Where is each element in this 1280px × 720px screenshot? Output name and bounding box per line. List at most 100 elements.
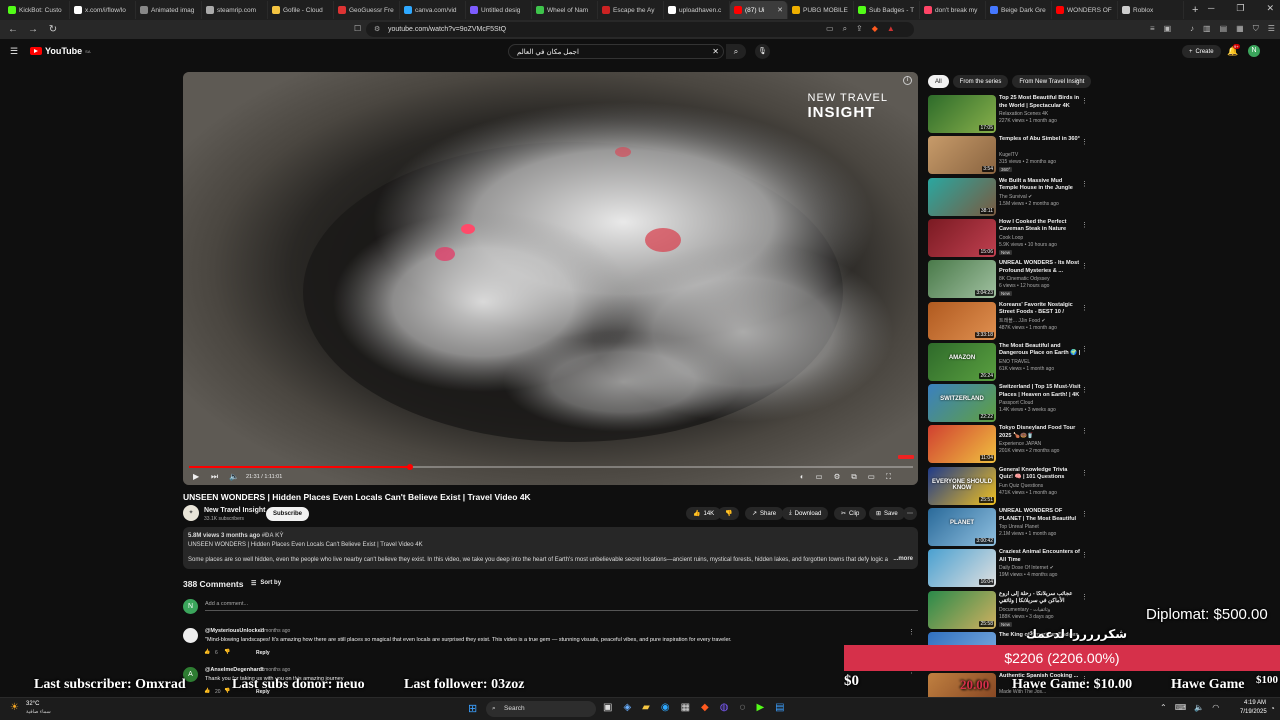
- recommended-video[interactable]: 3:54 Temples of Abu Simbel in 360° KugelTV…: [928, 136, 1088, 176]
- recommended-video[interactable]: 25:58 عجائب سريلانكا - رحلة إلى أروع الأم…: [928, 590, 1088, 631]
- more-options-icon[interactable]: ⋮: [1081, 551, 1088, 559]
- comment-author[interactable]: @MysteriousUnlocked: [205, 628, 264, 634]
- channel-avatar[interactable]: ✦: [183, 505, 199, 521]
- video-thumbnail[interactable]: 3:33:18: [928, 301, 996, 340]
- recommended-video[interactable]: EVERYONE SHOULD KNOW 25:51 General Knowled…: [928, 466, 1088, 507]
- video-thumbnail[interactable]: AMAZON 26:24: [928, 342, 996, 381]
- dislike-button[interactable]: 👎: [718, 507, 740, 520]
- video-thumbnail[interactable]: 16:04: [928, 549, 996, 588]
- start-icon[interactable]: ⊞: [468, 702, 477, 715]
- reader-icon[interactable]: ≡: [1150, 24, 1155, 33]
- save-button[interactable]: ⊞ Save: [869, 507, 905, 520]
- more-options-icon[interactable]: ⋮: [1081, 469, 1088, 477]
- description-box[interactable]: 5.8M views 3 months ago #ĐA KỲ UNSEEN WO…: [183, 527, 918, 569]
- github-icon[interactable]: ◌: [739, 702, 745, 713]
- video-thumbnail[interactable]: 25:58: [928, 590, 996, 629]
- more-options-icon[interactable]: ⋮: [1081, 345, 1088, 353]
- video-channel[interactable]: ENO TRAVEL: [999, 359, 1030, 366]
- sidebar-icon[interactable]: ▥: [1203, 24, 1211, 34]
- progress-bar[interactable]: [189, 464, 913, 470]
- video-channel[interactable]: Documentary - وثائقيات: [999, 607, 1050, 614]
- progress-scrubber[interactable]: [406, 464, 413, 470]
- video-channel[interactable]: Top Unreal Planet: [999, 524, 1039, 531]
- video-thumbnail[interactable]: 17:05: [928, 95, 996, 133]
- hamburger-menu-icon[interactable]: ☰: [10, 46, 18, 57]
- recommended-video[interactable]: 11:04 Tokyo Disneyland Food Tour 2025 🍗🍩🥤…: [928, 425, 1088, 465]
- create-button[interactable]: + Create: [1182, 45, 1221, 58]
- filter-chip[interactable]: From New Travel Insight: [1012, 75, 1092, 88]
- recommended-video[interactable]: 17:05 Top 25 Most Beautiful Birds in the …: [928, 95, 1088, 135]
- comment-reply-button[interactable]: Reply: [256, 650, 270, 656]
- store-icon[interactable]: ▦: [681, 702, 690, 713]
- video-channel[interactable]: Daily Dose Of Internet ✔: [999, 565, 1054, 572]
- video-thumbnail[interactable]: 38:11: [928, 177, 996, 216]
- video-channel[interactable]: KugelTV: [999, 152, 1018, 159]
- recommended-video[interactable]: PLANET 3:00:42 UNREAL WONDERS OF PLANET | …: [928, 508, 1088, 548]
- like-button[interactable]: 👍 14K: [686, 507, 722, 520]
- more-options-icon[interactable]: ⋮: [1081, 138, 1088, 146]
- video-thumbnail[interactable]: 3:04:23: [928, 260, 996, 299]
- youtube-logo[interactable]: YouTube SA: [30, 46, 91, 56]
- vpn-icon[interactable]: ⛉: [1253, 24, 1259, 34]
- video-player[interactable]: NEW TRAVEL INSIGHT i: [183, 72, 918, 485]
- discord-icon[interactable]: ◍: [720, 702, 729, 713]
- comment-like-icon[interactable]: 👍: [204, 649, 210, 655]
- minimize-icon[interactable]: ─: [1208, 3, 1214, 14]
- comment-author[interactable]: @AnselmeDegenhardt: [205, 667, 264, 673]
- browser-tab[interactable]: Beige Dark Gre: [986, 1, 1052, 19]
- file-explorer-icon[interactable]: ▰: [642, 702, 650, 713]
- video-channel[interactable]: The Survival ✔: [999, 194, 1032, 201]
- comment-dislike-icon[interactable]: 👎: [224, 649, 230, 655]
- brave-shield-icon[interactable]: ◆: [872, 24, 878, 34]
- subscribe-button[interactable]: Subscribe: [266, 507, 310, 521]
- browser-tab[interactable]: Wheel of Nam: [532, 1, 598, 19]
- info-icon[interactable]: i: [903, 76, 912, 85]
- comment-like-icon[interactable]: 👍: [204, 688, 210, 694]
- edge-icon[interactable]: ◉: [661, 702, 670, 713]
- recommended-video[interactable]: 3:33:18 Koreans' Favorite Nostalgic Stree…: [928, 301, 1088, 342]
- browser-tab[interactable]: x.com/i/flow/lo: [70, 1, 136, 19]
- wifi-icon[interactable]: ◠: [1212, 703, 1219, 712]
- download-button[interactable]: ⤓ Download: [782, 507, 829, 520]
- browser-tab[interactable]: WONDERS OF: [1052, 1, 1118, 19]
- add-comment-input[interactable]: Add a comment...: [205, 601, 918, 611]
- recommended-video[interactable]: 3:04:23 UNREAL WONDERS - Its Most Profoun…: [928, 260, 1088, 300]
- more-options-icon[interactable]: ⋮: [1081, 221, 1088, 229]
- video-channel[interactable]: Cook Loop: [999, 235, 1023, 242]
- share-button[interactable]: ↗ Share: [745, 507, 784, 520]
- screenshot-icon[interactable]: ▣: [1164, 24, 1172, 33]
- notification-center-icon[interactable]: ◔: [1270, 704, 1275, 713]
- video-channel[interactable]: Fun Quiz Questions: [999, 483, 1043, 490]
- more-options-icon[interactable]: ⋮: [1081, 97, 1088, 105]
- close-window-icon[interactable]: ✕: [1266, 3, 1274, 14]
- browser-tab[interactable]: uploadhaven.c: [664, 1, 730, 19]
- recommended-video[interactable]: SWITZERLAND 22:22 Switzerland | Top 15 Mus…: [928, 384, 1088, 424]
- video-thumbnail[interactable]: EVERYONE SHOULD KNOW 25:51: [928, 466, 996, 505]
- voice-search-button[interactable]: 🎙: [755, 44, 770, 59]
- recommended-video[interactable]: 16:04 Craziest Animal Encounters of All T…: [928, 549, 1088, 589]
- comment-dislike-icon[interactable]: 👎: [224, 688, 230, 694]
- more-options-icon[interactable]: ⋮: [1081, 386, 1088, 394]
- task-view-icon[interactable]: ▣: [603, 702, 612, 713]
- search-input[interactable]: اجمل مكان في العالم ✕: [508, 44, 724, 59]
- video-thumbnail[interactable]: SWITZERLAND 22:22: [928, 384, 996, 423]
- autoplay-toggle-icon[interactable]: ◐: [800, 472, 805, 482]
- video-thumbnail[interactable]: 11:04: [928, 425, 996, 464]
- search-button[interactable]: ⌕: [726, 44, 746, 59]
- kick-icon[interactable]: ▶: [756, 702, 764, 713]
- clear-search-icon[interactable]: ✕: [712, 47, 719, 56]
- browser-tab[interactable]: canva.com/vid: [400, 1, 466, 19]
- video-channel[interactable]: 8K Cinematic Odyssey: [999, 276, 1050, 283]
- more-options-icon[interactable]: ⋮: [1081, 427, 1088, 435]
- weather-icon[interactable]: ☀: [10, 702, 19, 713]
- keyboard-icon[interactable]: ⌨: [1175, 703, 1187, 712]
- video-thumbnail[interactable]: 3:54: [928, 136, 996, 175]
- tray-expand-icon[interactable]: ⌃: [1160, 703, 1167, 712]
- show-more-link[interactable]: ...more: [893, 555, 913, 564]
- brave-rewards-icon[interactable]: ▲: [887, 24, 895, 34]
- clip-button[interactable]: ✂ Clip: [834, 507, 867, 520]
- zoom-icon[interactable]: ⌕: [843, 24, 847, 34]
- notepad-icon[interactable]: ▤: [775, 702, 784, 713]
- theater-icon[interactable]: ▭: [868, 472, 875, 482]
- site-info-icon[interactable]: ⚙: [374, 25, 380, 33]
